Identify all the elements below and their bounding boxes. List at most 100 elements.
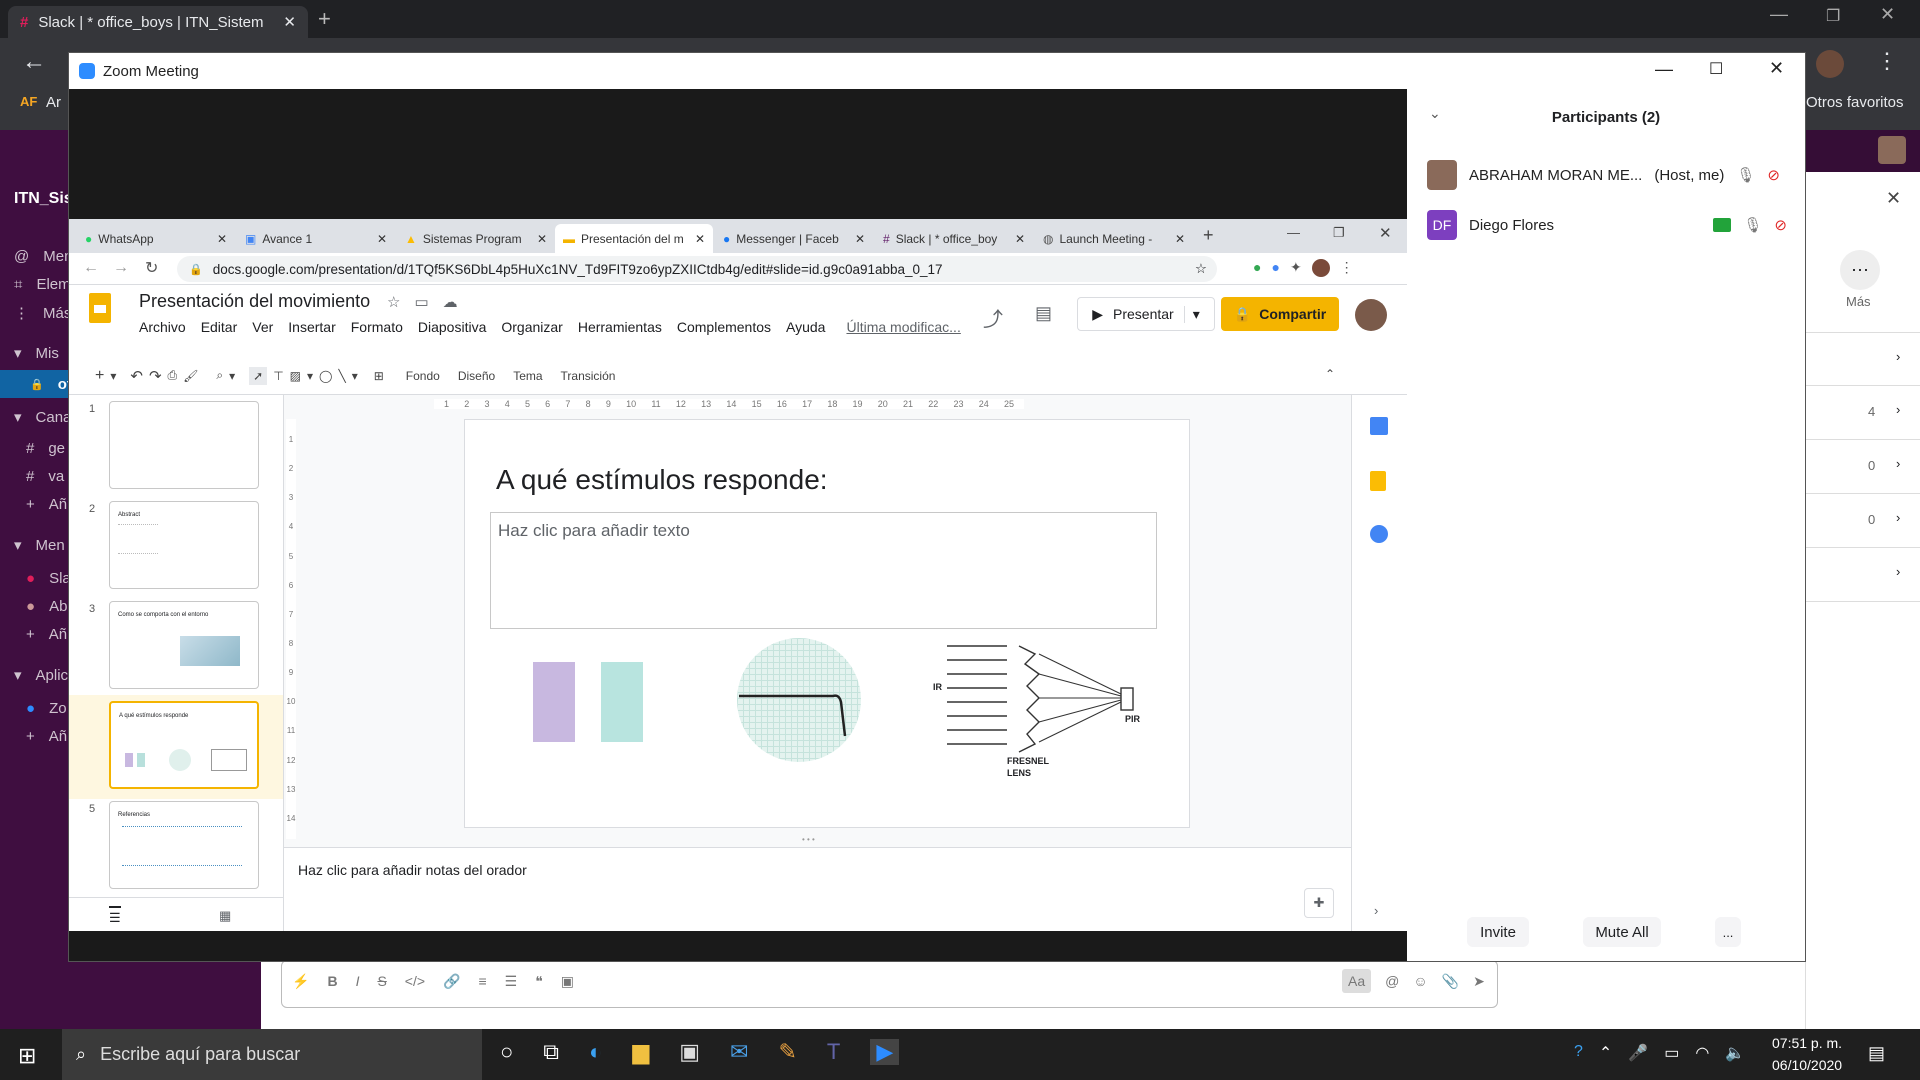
clock-date[interactable]: 06/10/2020 — [1772, 1057, 1842, 1073]
comments-icon[interactable]: ▤ — [1035, 303, 1052, 324]
slack-section-mine[interactable]: ▾ Mis — [14, 344, 59, 363]
new-slide-dropdown-icon[interactable]: ▾ — [110, 369, 116, 383]
emoji-icon[interactable]: ☺ — [1413, 973, 1427, 989]
side-panel-expand-icon[interactable]: › — [1374, 903, 1378, 918]
slack-add-app[interactable]: + Añ — [26, 728, 67, 745]
grid-view-icon[interactable]: ▦ — [219, 908, 231, 924]
image-icon[interactable]: ▨ — [290, 369, 301, 383]
present-button[interactable]: ▶ Presentar ▾ — [1077, 297, 1215, 331]
restore-icon[interactable]: ❐ — [1826, 6, 1840, 26]
zoom-dropdown-icon[interactable]: ▾ — [229, 369, 235, 383]
chrome-tab-messenger[interactable]: ● Messenger | Faceb ✕ — [715, 224, 873, 253]
menu-complementos[interactable]: Complementos — [677, 319, 771, 335]
present-dropdown-icon[interactable]: ▾ — [1183, 305, 1200, 323]
slack-composer[interactable]: ⚡ B I S </> 🔗 ≡ ☰ ❝ ▣ Aa @ ☺ 📎 ➤ — [281, 960, 1498, 1008]
details-row-shortcuts[interactable]: 0 › — [1806, 494, 1920, 548]
menu-organizar[interactable]: Organizar — [501, 319, 562, 335]
file-explorer-icon[interactable]: ▆ — [632, 1039, 649, 1065]
participant-row[interactable]: ABRAHAM MORAN ME... (Host, me) 🎙 ⊘ — [1427, 155, 1787, 195]
chrome-tab-avance[interactable]: ▣ Avance 1 ✕ — [237, 224, 395, 253]
slack-section-channels[interactable]: ▾ Cana — [14, 408, 71, 427]
last-modified-link[interactable]: Última modificac... — [846, 319, 960, 335]
text-format-icon[interactable]: Aa — [1342, 969, 1372, 993]
video-off-icon[interactable]: ⊘ — [1767, 166, 1780, 184]
details-row-files[interactable]: › — [1806, 548, 1920, 602]
mute-all-button[interactable]: Mute All — [1583, 917, 1661, 947]
share-button[interactable]: 🔒 Compartir — [1221, 297, 1339, 331]
tray-chevron-icon[interactable]: ⌃ — [1599, 1043, 1612, 1063]
mic-icon[interactable]: 🎙 — [1743, 216, 1762, 234]
star-doc-icon[interactable]: ☆ — [387, 293, 400, 311]
tab-close-icon[interactable]: ✕ — [537, 232, 547, 246]
more-options-button[interactable]: ... — [1715, 917, 1741, 947]
strike-icon[interactable]: S — [377, 973, 386, 990]
notifications-icon[interactable]: ▤ — [1868, 1043, 1885, 1064]
transicion-button[interactable]: Transición — [555, 369, 622, 383]
menu-ver[interactable]: Ver — [252, 319, 273, 335]
list-view-icon[interactable]: ☰ — [109, 906, 121, 926]
collapse-toolbar-icon[interactable]: ⌃ — [1325, 367, 1335, 381]
video-off-icon[interactable]: ⊘ — [1774, 216, 1787, 234]
details-row-about[interactable]: › — [1806, 332, 1920, 386]
code-icon[interactable]: </> — [405, 973, 425, 990]
mic-icon[interactable]: 🎙 — [1736, 166, 1755, 184]
tasks-icon[interactable] — [1370, 525, 1388, 543]
undo-icon[interactable]: ↶ — [130, 367, 143, 385]
edge-icon[interactable]: ◐ — [589, 1039, 602, 1065]
details-row-members[interactable]: 4 › — [1806, 386, 1920, 440]
slide-thumb-1[interactable] — [109, 401, 259, 489]
slide-thumb-5[interactable]: Referencias — [109, 801, 259, 889]
invite-button[interactable]: Invite — [1467, 917, 1529, 947]
resize-handle[interactable]: • • • — [802, 835, 815, 844]
ordered-list-icon[interactable]: ≡ — [478, 973, 486, 990]
slack-item-saved[interactable]: ⌗ Elem — [14, 276, 71, 293]
battery-icon[interactable]: ▭ — [1664, 1043, 1679, 1063]
slack-channel-general[interactable]: # ge — [26, 440, 65, 457]
menu-editar[interactable]: Editar — [201, 319, 238, 335]
back-arrow-icon[interactable]: ← — [22, 48, 46, 76]
tab-close-icon[interactable]: ✕ — [1015, 232, 1025, 246]
line-dropdown-icon[interactable]: ▾ — [352, 369, 358, 383]
slack-dm-abraham[interactable]: ● Ab — [26, 598, 67, 615]
chrome-close-icon[interactable]: ✕ — [1379, 224, 1392, 242]
slide-thumb-4-selected[interactable]: A qué estímulos responde — [109, 701, 259, 789]
wifi-icon[interactable]: ◠ — [1695, 1043, 1709, 1063]
line-icon[interactable]: ╲ — [338, 369, 345, 383]
chrome-tab-slack[interactable]: # Slack | * office_boy ✕ — [875, 224, 1033, 253]
chrome-minimize-icon[interactable]: — — [1287, 225, 1300, 240]
slide-title[interactable]: A qué estímulos responde: — [496, 464, 828, 496]
send-icon[interactable]: ➤ — [1473, 973, 1485, 990]
text-box-icon[interactable]: ⊤ — [273, 369, 283, 383]
zoom-icon[interactable]: ⌕ — [216, 368, 223, 383]
slides-logo-icon[interactable] — [89, 293, 111, 323]
fondo-button[interactable]: Fondo — [400, 369, 446, 383]
details-row-pinned[interactable]: 0 › — [1806, 440, 1920, 494]
slack-dm-slackbot[interactable]: ● Sla — [26, 570, 71, 587]
bold-icon[interactable]: B — [327, 973, 337, 990]
slack-app-zoom[interactable]: ● Zo — [26, 700, 67, 717]
slack-workspace-name[interactable]: ITN_Sis — [14, 190, 73, 208]
shape-icon[interactable]: ◯ — [319, 369, 332, 383]
tab-close-icon[interactable]: ✕ — [855, 232, 865, 246]
menu-insertar[interactable]: Insertar — [288, 319, 335, 335]
chrome-tab-slides-active[interactable]: ▬ Presentación del m ✕ — [555, 224, 713, 253]
image-dropdown-icon[interactable]: ▾ — [307, 369, 313, 383]
mail-icon[interactable]: ✉ — [730, 1039, 748, 1065]
chrome-tab-launch-meeting[interactable]: ◍ Launch Meeting - ✕ — [1035, 224, 1193, 253]
paint-format-icon[interactable]: 🖌 — [183, 369, 198, 383]
slide-thumb-3[interactable]: Como se comporta con el entorno — [109, 601, 259, 689]
speaker-notes[interactable]: Haz clic para añadir notas del orador ✚ — [284, 847, 1351, 931]
move-folder-icon[interactable]: ▭ — [414, 293, 428, 311]
slack-section-apps[interactable]: ▾ Aplic — [14, 666, 68, 685]
explore-button[interactable]: ✚ — [1304, 888, 1334, 918]
tab-close-icon[interactable]: ✕ — [377, 232, 387, 246]
comment-add-icon[interactable]: ⊞ — [374, 369, 384, 383]
mention-icon[interactable]: @ — [1385, 973, 1399, 989]
keep-icon[interactable] — [1370, 471, 1386, 491]
details-more-button[interactable]: ⋯ — [1840, 250, 1880, 290]
slide-image-response-graph[interactable] — [737, 638, 861, 762]
details-close-icon[interactable]: ✕ — [1886, 188, 1901, 209]
slide-image-ir-bars[interactable] — [531, 654, 651, 744]
redo-icon[interactable]: ↷ — [149, 367, 162, 385]
menu-formato[interactable]: Formato — [351, 319, 403, 335]
